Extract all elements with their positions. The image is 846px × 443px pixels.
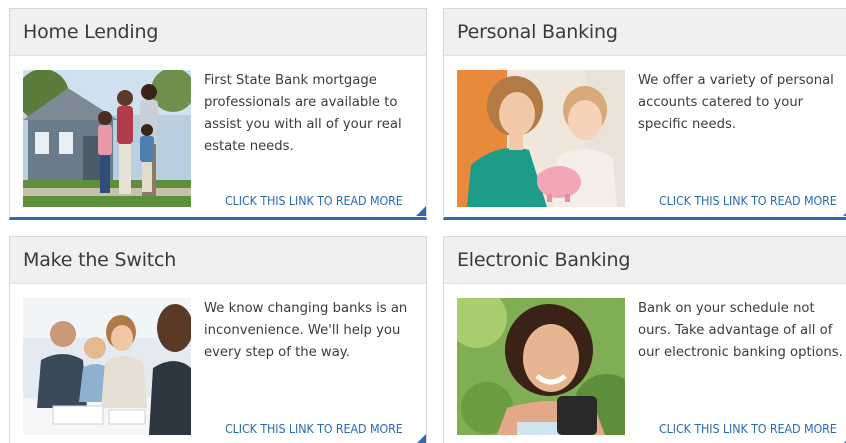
card-header: Electronic Banking [444,237,846,284]
card-header: Personal Banking [444,9,846,56]
feature-card-grid: Home Lending First State Bank mortgage p… [0,0,846,443]
woman-phone-photo [457,298,625,435]
card-title: Make the Switch [23,249,177,271]
card-body: We offer a variety of personal accounts … [444,56,846,216]
read-more-link[interactable]: CLICK THIS LINK TO READ MORE [659,193,837,208]
card-body: Bank on your schedule not ours. Take adv… [444,284,846,443]
read-more-link[interactable]: CLICK THIS LINK TO READ MORE [659,421,837,436]
card-home-lending: Home Lending First State Bank mortgage p… [9,8,427,220]
card-description: We know changing banks is an inconvenien… [204,301,408,360]
card-electronic-banking: Electronic Banking Bank on your schedule… [443,236,846,443]
family-house-photo [23,70,191,207]
card-body: First State Bank mortgage professionals … [10,56,426,216]
read-more-link[interactable]: CLICK THIS LINK TO READ MORE [225,421,403,436]
card-header: Home Lending [10,9,426,56]
read-more-link[interactable]: CLICK THIS LINK TO READ MORE [225,193,403,208]
card-body: We know changing banks is an inconvenien… [10,284,426,443]
card-description: We offer a variety of personal accounts … [638,73,834,132]
card-title: Home Lending [23,21,159,43]
mother-child-piggybank-photo [457,70,625,207]
card-personal-banking: Personal Banking We offer a variety of p… [443,8,846,220]
card-make-the-switch: Make the Switch We know changing banks i… [9,236,427,443]
corner-accent [416,434,426,443]
card-title: Electronic Banking [457,249,631,271]
family-meeting-banker-photo [23,298,191,435]
card-description: First State Bank mortgage professionals … [204,73,402,154]
corner-accent [416,206,426,216]
card-title: Personal Banking [457,21,618,43]
card-header: Make the Switch [10,237,426,284]
card-description: Bank on your schedule not ours. Take adv… [638,301,843,360]
